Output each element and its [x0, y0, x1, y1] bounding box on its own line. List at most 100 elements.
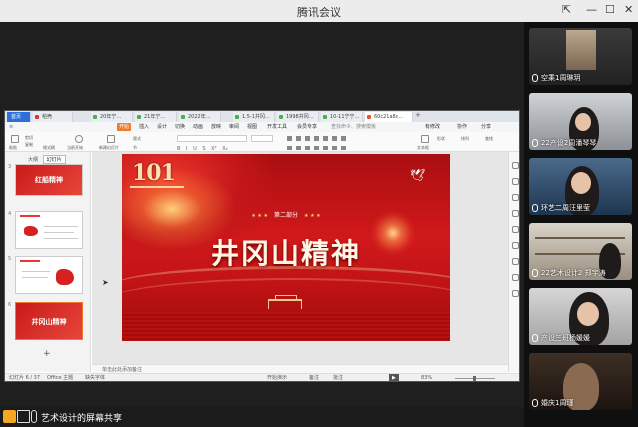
- menu-animation[interactable]: 动画: [193, 122, 203, 132]
- zoom-slider[interactable]: [455, 376, 495, 381]
- paragraph-tools[interactable]: [287, 136, 347, 141]
- shared-wps-window[interactable]: 首页 稻壳 20年宁... 21年宁... 2022年... 1.5-1井冈..…: [4, 110, 520, 382]
- participant-face: [571, 172, 591, 194]
- tool-icon[interactable]: [512, 242, 519, 249]
- thumb-map-shape: [24, 226, 38, 236]
- document-tabs: 首页 稻壳 20年宁... 21年宁... 2022年... 1.5-1井冈..…: [5, 111, 519, 122]
- participant-tile[interactable]: 空乘1周琳玥: [529, 28, 632, 85]
- dove-icon: 🕊: [410, 168, 426, 182]
- shared-screen-stage: 首页 稻壳 20年宁... 21年宁... 2022年... 1.5-1井冈..…: [0, 22, 524, 427]
- play-from-current-button[interactable]: 当前开始: [67, 145, 83, 151]
- tab-doc-2[interactable]: 21年宁...: [135, 112, 177, 122]
- participant-tile[interactable]: 产设三班杨媛媛: [529, 288, 632, 345]
- bottom-stripes: [122, 312, 450, 341]
- mouse-cursor-icon: ➤: [102, 278, 109, 287]
- font-size-select[interactable]: [251, 135, 273, 142]
- unsaved-indicator[interactable]: 有修改: [425, 122, 440, 132]
- current-slide[interactable]: 101 🕊 ★ ★ ★ 第二部分 ★ ★ ★ 井冈山精神: [122, 154, 450, 341]
- arrange-button[interactable]: 排列: [461, 136, 469, 142]
- tab-home[interactable]: 首页: [7, 112, 31, 122]
- section-button[interactable]: 节: [133, 145, 137, 151]
- tab-daoke[interactable]: 稻壳: [33, 112, 73, 122]
- menu-developer[interactable]: 开发工具: [267, 122, 287, 132]
- slide-canvas[interactable]: 101 🕊 ★ ★ ★ 第二部分 ★ ★ ★ 井冈山精神 ➤: [92, 152, 508, 364]
- participant-name: 产设三班杨媛媛: [541, 334, 590, 342]
- menu-review[interactable]: 审阅: [229, 122, 239, 132]
- notes-button[interactable]: 备注: [309, 374, 319, 381]
- anniversary-logo: 101: [132, 160, 176, 186]
- screen-share-icon[interactable]: [17, 410, 30, 423]
- tool-icon[interactable]: [512, 210, 519, 217]
- user-icon[interactable]: [3, 410, 16, 423]
- tiananmen-icon: [268, 295, 302, 309]
- new-slide-button[interactable]: 新建幻灯片: [99, 145, 119, 151]
- align-tools[interactable]: [287, 146, 347, 150]
- comment-button[interactable]: 批注: [333, 374, 343, 381]
- add-slide-button[interactable]: +: [43, 349, 51, 359]
- menu-transition[interactable]: 切换: [175, 122, 185, 132]
- tab-doc-5[interactable]: 1998井冈...: [277, 112, 319, 122]
- stars-left: ★ ★ ★: [251, 213, 268, 219]
- slide-thumb-5[interactable]: [15, 256, 83, 294]
- format-painter-button[interactable]: 格式刷: [43, 145, 55, 151]
- tool-icon[interactable]: [512, 274, 519, 281]
- slide-thumb-4[interactable]: [15, 211, 83, 249]
- participant-gallery: 空乘1周琳玥 22产设2周潘琴琴 环艺二周汪里莹 22艺术设计2 郑宇涛 产设三…: [524, 22, 638, 427]
- thumb-heading-bar: [20, 260, 40, 262]
- layout-button[interactable]: 版式: [133, 136, 141, 142]
- right-toolbar: [508, 152, 519, 372]
- textbox-button[interactable]: 文本框: [417, 145, 429, 151]
- shape-button[interactable]: 形状: [437, 136, 445, 142]
- missing-font[interactable]: 缺失字体: [85, 374, 105, 381]
- participant-name: 环艺二周汪里莹: [541, 204, 590, 212]
- play-icon[interactable]: ▶: [389, 374, 399, 381]
- tab-doc-6[interactable]: 10-11宁宁...: [321, 112, 363, 122]
- tab-doc-4[interactable]: 1.5-1井冈...: [233, 112, 275, 122]
- menu-member[interactable]: 会员专享: [297, 122, 317, 132]
- mic-icon[interactable]: [31, 410, 37, 423]
- start-show-button[interactable]: 开始演示: [267, 374, 287, 381]
- participant-tile[interactable]: 婚庆1周瑾: [529, 353, 632, 410]
- cut-button[interactable]: 剪切: [25, 135, 33, 141]
- add-tab-button[interactable]: +: [415, 111, 421, 119]
- menu-insert[interactable]: 插入: [139, 122, 149, 132]
- pin-icon[interactable]: ⇱: [562, 3, 571, 16]
- maximize-button[interactable]: ☐: [605, 3, 615, 16]
- window-title: 腾讯会议: [297, 6, 341, 19]
- panel-tabs: 大纲 幻灯片: [25, 155, 66, 164]
- copy-button[interactable]: 复制: [25, 142, 33, 148]
- slide-counter: 幻灯片 6 / 37: [9, 375, 40, 381]
- tool-icon[interactable]: [512, 258, 519, 265]
- tab-outline[interactable]: 大纲: [25, 156, 41, 163]
- slide-thumb-3[interactable]: 红船精神: [15, 164, 83, 196]
- tool-icon[interactable]: [512, 178, 519, 185]
- tool-icon[interactable]: [512, 290, 519, 297]
- tab-doc-3[interactable]: 2022年...: [179, 112, 221, 122]
- share-button[interactable]: 分享: [481, 122, 491, 132]
- font-name-select[interactable]: [177, 135, 247, 142]
- command-search[interactable]: 查找命令、搜索模板: [331, 122, 376, 132]
- participant-tile[interactable]: 环艺二周汪里莹: [529, 158, 632, 215]
- tab-doc-active[interactable]: 60c21a8c...: [365, 112, 413, 122]
- tab-doc-1[interactable]: 20年宁...: [91, 112, 133, 122]
- slide-thumb-6[interactable]: 井冈山精神: [15, 302, 83, 340]
- participant-tile[interactable]: 22艺术设计2 郑宇涛: [529, 223, 632, 280]
- participant-tile[interactable]: 22产设2周潘琴琴: [529, 93, 632, 150]
- tool-icon[interactable]: [512, 194, 519, 201]
- minimize-button[interactable]: —: [586, 3, 597, 16]
- tab-slides[interactable]: 幻灯片: [42, 155, 66, 164]
- thumb-text-line: [44, 232, 74, 233]
- find-button[interactable]: 查找: [485, 136, 493, 142]
- collab-button[interactable]: 协作: [457, 122, 467, 132]
- close-button[interactable]: ✕: [624, 3, 633, 16]
- part-label: ★ ★ ★ 第二部分 ★ ★ ★: [122, 210, 450, 219]
- thumb-text-line: [44, 226, 78, 227]
- file-menu-icon[interactable]: ≡: [9, 122, 13, 132]
- menu-start[interactable]: 开始: [117, 123, 132, 131]
- menu-view[interactable]: 视图: [247, 122, 257, 132]
- tool-icon[interactable]: [512, 162, 519, 169]
- tool-icon[interactable]: [512, 226, 519, 233]
- menu-slideshow[interactable]: 放映: [211, 122, 221, 132]
- menu-design[interactable]: 设计: [157, 122, 167, 132]
- stars-right: ★ ★ ★: [304, 213, 321, 219]
